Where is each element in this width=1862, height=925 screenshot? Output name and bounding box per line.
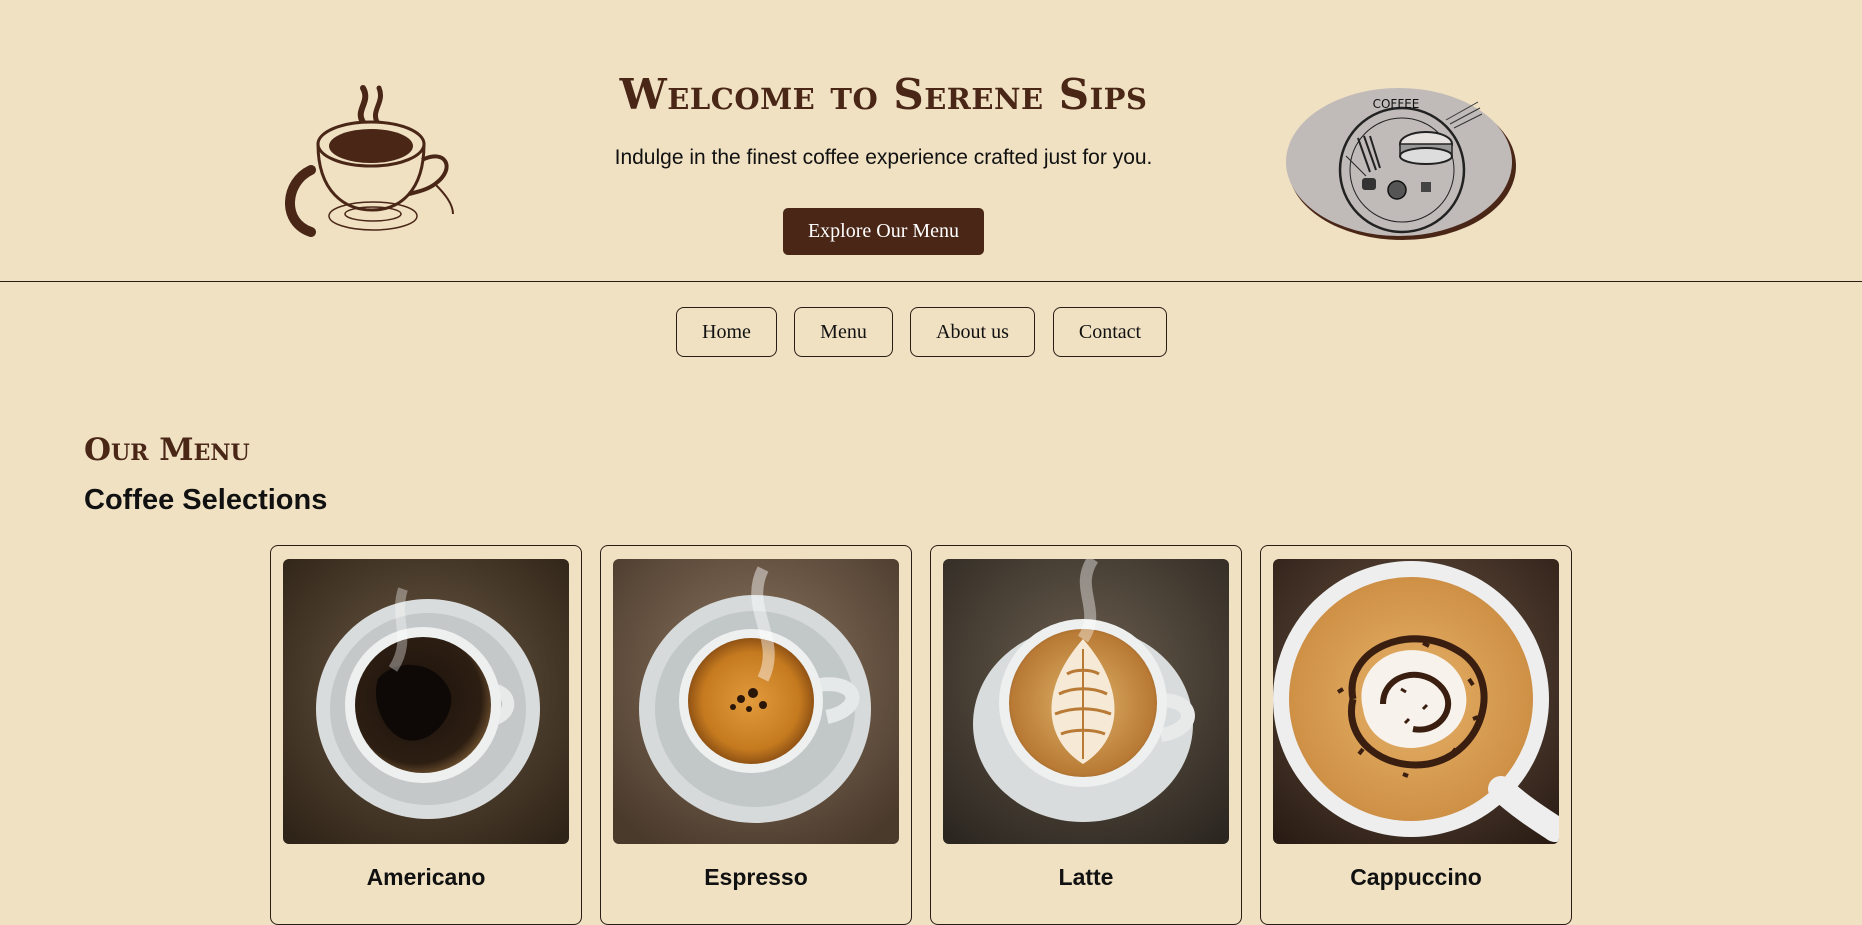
menu-card-latte[interactable]: Latte — [930, 545, 1242, 925]
menu-card-name: Americano — [366, 864, 486, 890]
espresso-cup-icon — [613, 559, 899, 844]
latte-image — [943, 559, 1229, 844]
explore-menu-button[interactable]: Explore Our Menu — [783, 208, 984, 255]
main-navigation: Home Menu About us Contact — [0, 307, 1862, 357]
latte-cup-icon — [943, 559, 1229, 844]
americano-image — [283, 559, 569, 844]
americano-cup-icon — [283, 559, 569, 844]
menu-card-name: Espresso — [704, 864, 808, 890]
menu-card-americano[interactable]: Americano — [270, 545, 582, 925]
hero-header: Welcome to Serene Sips Indulge in the fi… — [0, 0, 1862, 282]
plate-logo-text: COFFEE — [1373, 97, 1420, 111]
cappuccino-cup-icon — [1273, 559, 1559, 844]
menu-section-subtitle: Coffee Selections — [84, 484, 328, 516]
menu-card-espresso[interactable]: Espresso — [600, 545, 912, 925]
menu-section-title: Our Menu — [84, 432, 250, 468]
nav-home-button[interactable]: Home — [676, 307, 777, 357]
menu-card-name: Cappuccino — [1350, 864, 1482, 890]
coffee-plate-logo-icon: COFFEE — [1286, 88, 1516, 240]
menu-card-cappuccino[interactable]: Cappuccino — [1260, 545, 1572, 925]
nav-menu-button[interactable]: Menu — [794, 307, 893, 357]
espresso-image — [613, 559, 899, 844]
nav-contact-button[interactable]: Contact — [1053, 307, 1167, 357]
nav-about-button[interactable]: About us — [910, 307, 1035, 357]
menu-card-name: Latte — [1058, 864, 1114, 890]
cappuccino-image — [1273, 559, 1559, 844]
